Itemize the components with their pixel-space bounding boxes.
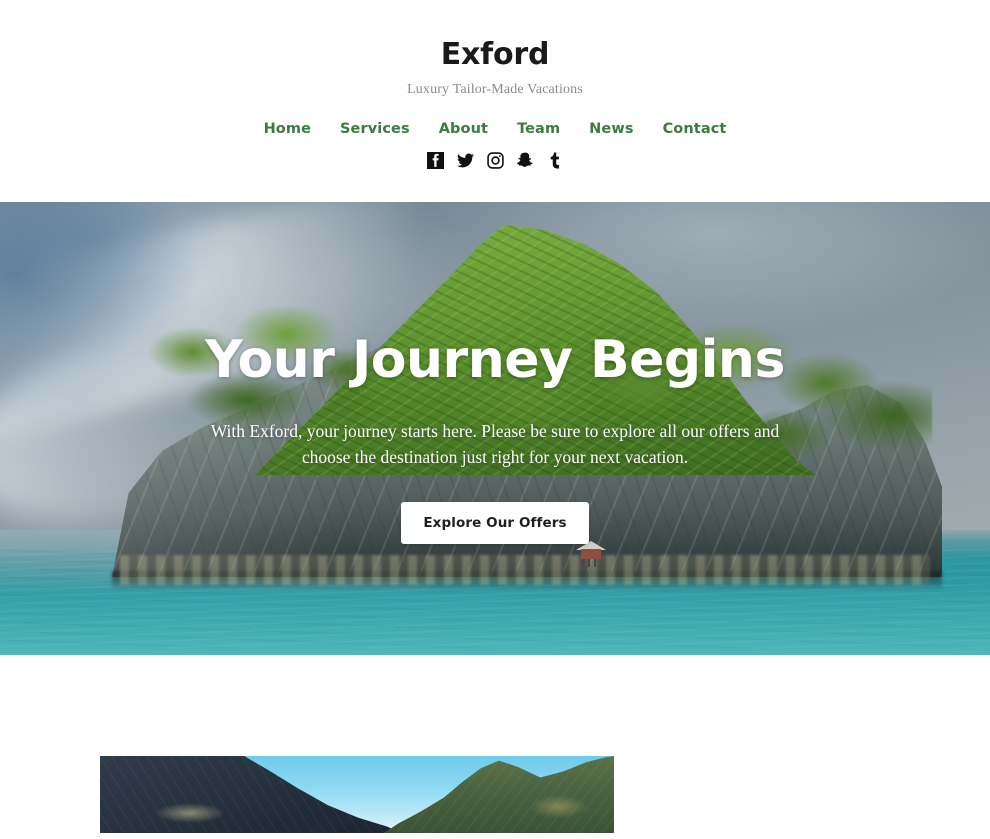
tumblr-icon[interactable]	[547, 152, 564, 169]
header-spacer	[0, 170, 990, 202]
nav-link-team[interactable]: Team	[503, 121, 575, 137]
nav-link-news[interactable]: News	[575, 121, 648, 137]
island-stilt-house	[576, 541, 606, 567]
island-foliage-left	[142, 307, 392, 457]
twitter-icon[interactable]	[456, 152, 474, 169]
social-links	[0, 150, 990, 170]
explore-our-offers-button[interactable]: Explore Our Offers	[401, 501, 589, 544]
island-foliage-right	[602, 320, 932, 485]
nav-link-home[interactable]: Home	[249, 121, 325, 137]
snapchat-icon[interactable]	[516, 152, 534, 169]
island-rocky-shore	[120, 555, 930, 585]
nav-link-about[interactable]: About	[424, 121, 502, 137]
feature-image-mountain-valley	[100, 756, 614, 833]
nav-link-contact[interactable]: Contact	[648, 121, 741, 137]
site-header: Exford Luxury Tailor-Made Vacations Home…	[0, 0, 990, 202]
site-tagline: Luxury Tailor-Made Vacations	[407, 82, 583, 97]
instagram-icon[interactable]	[486, 151, 504, 169]
site-title: Exford	[440, 37, 550, 72]
main-navigation: Home Services About Team News Contact	[0, 121, 990, 137]
nav-link-services[interactable]: Services	[326, 121, 425, 137]
content-gap	[0, 655, 990, 756]
hero-section: Your Journey Begins With Exford, your jo…	[0, 202, 990, 655]
feature-block	[0, 756, 990, 833]
facebook-icon[interactable]	[426, 151, 444, 169]
